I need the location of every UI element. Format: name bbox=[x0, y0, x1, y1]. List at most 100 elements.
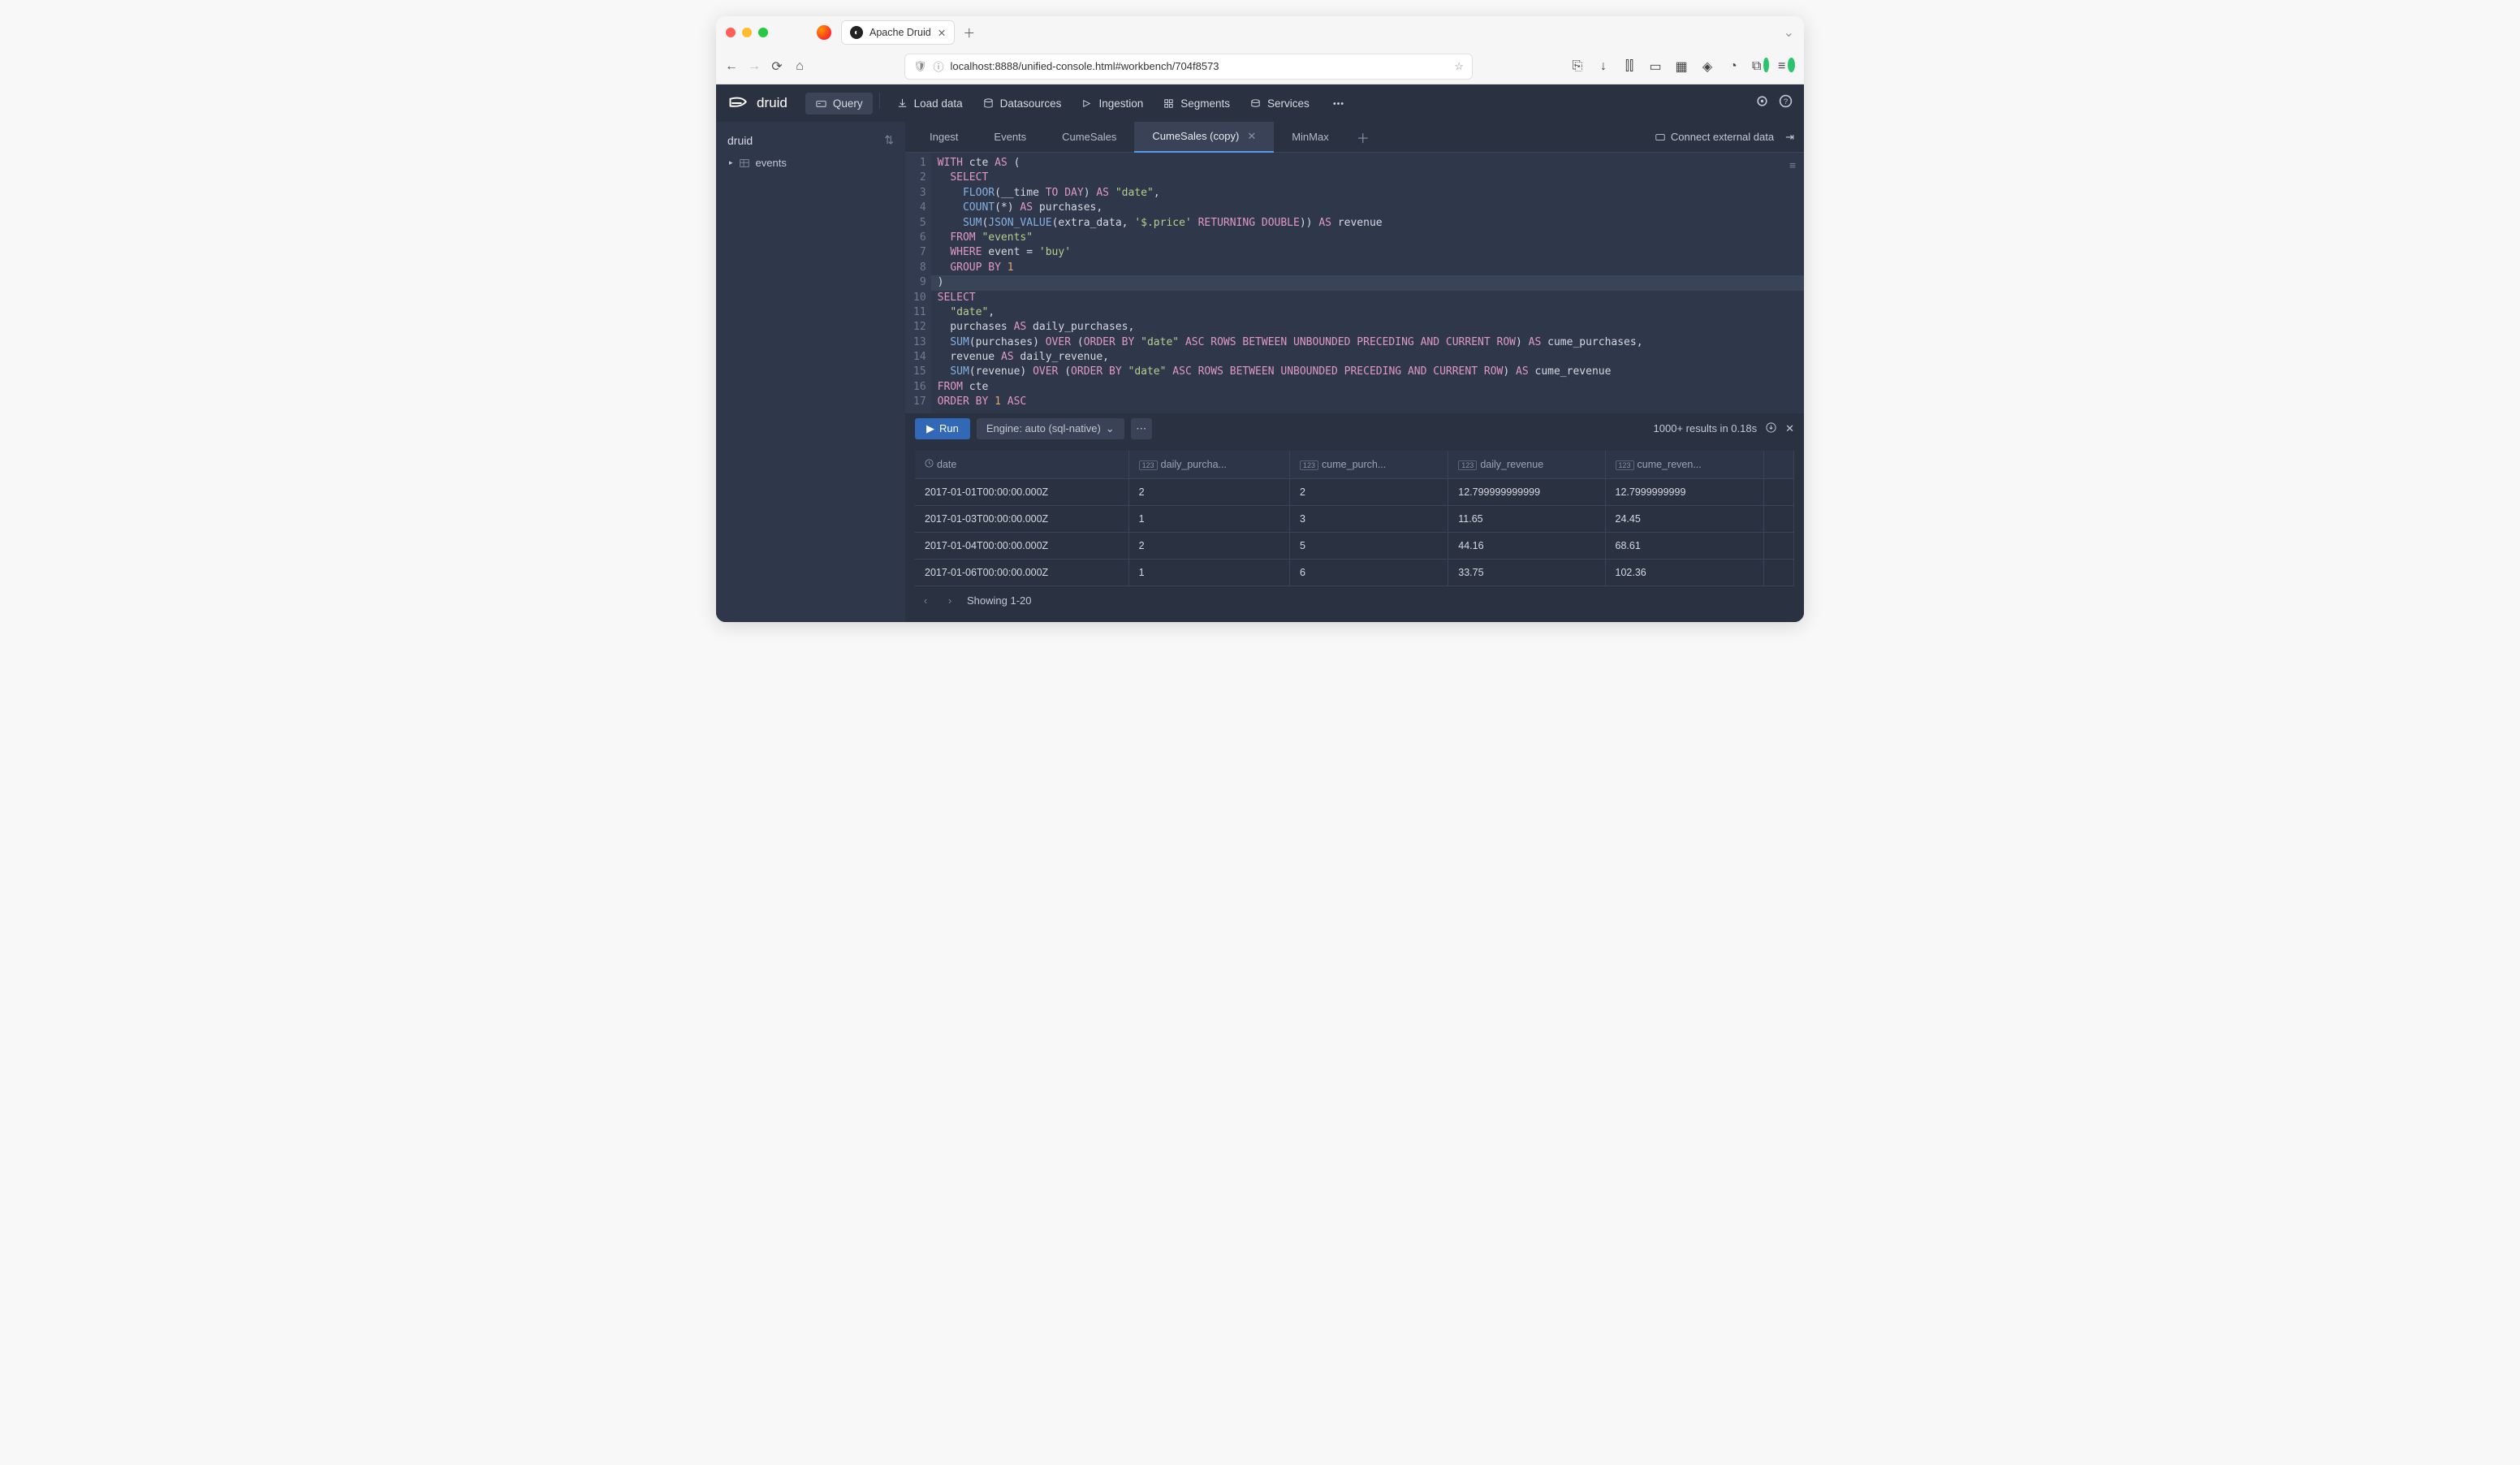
cell: 1 bbox=[1129, 506, 1290, 533]
bookmark-star-icon[interactable]: ☆ bbox=[1454, 60, 1464, 73]
home-button[interactable]: ⌂ bbox=[792, 59, 807, 74]
back-button[interactable]: ← bbox=[724, 59, 739, 74]
cell: 33.75 bbox=[1448, 560, 1605, 586]
more-options-button[interactable]: ⋯ bbox=[1131, 418, 1152, 439]
table-row[interactable]: 2017-01-04T00:00:00.000Z2544.1668.61 bbox=[915, 533, 1794, 560]
cell: 2017-01-06T00:00:00.000Z bbox=[915, 560, 1129, 586]
nav-segments[interactable]: Segments bbox=[1153, 93, 1240, 115]
column-header[interactable]: 123cume_reven... bbox=[1606, 451, 1764, 479]
firefox-icon bbox=[817, 25, 831, 40]
add-tab-button[interactable]: ＋ bbox=[1347, 127, 1379, 147]
code-line-10[interactable]: SELECT bbox=[938, 291, 1804, 305]
schema-sort-icon[interactable]: ⇅ bbox=[884, 133, 894, 147]
cell: 44.16 bbox=[1448, 533, 1605, 560]
cell: 68.61 bbox=[1606, 533, 1764, 560]
shield-toolbar-icon[interactable]: ◈ bbox=[1700, 59, 1715, 74]
page-prev-button[interactable]: ‹ bbox=[918, 594, 933, 607]
table-row[interactable]: 2017-01-06T00:00:00.000Z1633.75102.36 bbox=[915, 560, 1794, 586]
grid-icon[interactable]: ▦ bbox=[1674, 59, 1689, 74]
column-header[interactable]: date bbox=[915, 451, 1129, 479]
nav-query[interactable]: Query bbox=[805, 93, 873, 115]
tab-favicon: ◐ bbox=[850, 26, 863, 39]
result-status: 1000+ results in 0.18s bbox=[1654, 422, 1758, 434]
tab-events[interactable]: Events bbox=[976, 122, 1044, 153]
column-header[interactable]: 123daily_revenue bbox=[1448, 451, 1605, 479]
reader-icon[interactable]: ▭ bbox=[1648, 59, 1663, 74]
cell: 5 bbox=[1290, 533, 1448, 560]
code-line-8[interactable]: GROUP BY 1 bbox=[938, 261, 1804, 275]
info-icon: ⓘ bbox=[934, 58, 944, 74]
code-line-1[interactable]: WITH cte AS ( bbox=[938, 156, 1804, 171]
nav-ingestion[interactable]: Ingestion bbox=[1071, 93, 1153, 115]
code-menu-icon[interactable]: ≡ bbox=[1789, 159, 1796, 174]
code-line-9[interactable]: ) bbox=[931, 275, 1804, 290]
forward-button: → bbox=[747, 59, 762, 74]
tab-minmax[interactable]: MinMax bbox=[1274, 122, 1347, 153]
reload-button[interactable]: ⟳ bbox=[770, 59, 784, 74]
code-line-13[interactable]: SUM(purchases) OVER (ORDER BY "date" ASC… bbox=[938, 335, 1804, 350]
brand-text: druid bbox=[757, 95, 788, 111]
play-icon: ▶ bbox=[926, 422, 934, 435]
cell: 2017-01-03T00:00:00.000Z bbox=[915, 506, 1129, 533]
close-tab-icon[interactable]: ✕ bbox=[1247, 130, 1256, 143]
connect-external-button[interactable]: Connect external data bbox=[1655, 131, 1774, 143]
extension-icon[interactable]: ⧉ bbox=[1752, 59, 1767, 74]
cell: 12.799999999999 bbox=[1448, 479, 1605, 506]
schema-name: druid bbox=[727, 134, 753, 147]
code-line-12[interactable]: purchases AS daily_purchases, bbox=[938, 320, 1804, 335]
nav-load-data[interactable]: Load data bbox=[887, 93, 973, 115]
close-window[interactable] bbox=[726, 28, 736, 37]
nav-more[interactable] bbox=[1323, 93, 1354, 115]
settings-gear-icon[interactable] bbox=[1755, 94, 1769, 112]
column-header[interactable]: 123cume_purch... bbox=[1290, 451, 1448, 479]
downloads-icon[interactable]: ↓ bbox=[1596, 59, 1611, 74]
new-tab-button[interactable]: ＋ bbox=[963, 24, 975, 41]
schema-item-events[interactable]: ▸events bbox=[723, 153, 899, 172]
code-line-11[interactable]: "date", bbox=[938, 305, 1804, 320]
nav-datasources[interactable]: Datasources bbox=[973, 93, 1072, 115]
close-results-icon[interactable]: ✕ bbox=[1785, 422, 1794, 435]
browser-tab[interactable]: ◐ Apache Druid ✕ bbox=[841, 20, 955, 45]
cell: 2 bbox=[1129, 479, 1290, 506]
table-row[interactable]: 2017-01-01T00:00:00.000Z2212.79999999999… bbox=[915, 479, 1794, 506]
code-line-15[interactable]: SUM(revenue) OVER (ORDER BY "date" ASC R… bbox=[938, 365, 1804, 379]
url-field[interactable]: 🛡 ⓘ localhost:8888/unified-console.html#… bbox=[904, 54, 1473, 80]
code-line-4[interactable]: COUNT(*) AS purchases, bbox=[938, 201, 1804, 215]
pocket-icon[interactable]: ⎘ bbox=[1570, 59, 1585, 74]
code-line-2[interactable]: SELECT bbox=[938, 171, 1804, 185]
tab-title: Apache Druid bbox=[869, 27, 931, 38]
collapse-panel-icon[interactable]: ⇥ bbox=[1785, 131, 1794, 144]
cell: 102.36 bbox=[1606, 560, 1764, 586]
engine-selector[interactable]: Engine: auto (sql-native) ⌄ bbox=[977, 418, 1124, 439]
code-line-16[interactable]: FROM cte bbox=[938, 380, 1804, 395]
maximize-window[interactable] bbox=[758, 28, 768, 37]
column-header[interactable]: 123daily_purcha... bbox=[1129, 451, 1290, 479]
help-icon[interactable]: ? bbox=[1779, 94, 1793, 112]
code-line-5[interactable]: SUM(JSON_VALUE(extra_data, '$.price' RET… bbox=[938, 216, 1804, 231]
code-line-17[interactable]: ORDER BY 1 ASC bbox=[938, 395, 1804, 409]
library-icon[interactable]: ⫿⫿ bbox=[1622, 59, 1637, 74]
close-tab-icon[interactable]: ✕ bbox=[938, 27, 946, 39]
page-next-button[interactable]: › bbox=[943, 594, 957, 607]
tab-cumesales-copy-[interactable]: CumeSales (copy)✕ bbox=[1134, 122, 1274, 153]
tab-ingest[interactable]: Ingest bbox=[912, 122, 976, 153]
perf-icon[interactable]: ◔ bbox=[1726, 59, 1741, 74]
table-row[interactable]: 2017-01-03T00:00:00.000Z1311.6524.45 bbox=[915, 506, 1794, 533]
druid-logo[interactable]: druid bbox=[727, 92, 788, 115]
code-line-7[interactable]: WHERE event = 'buy' bbox=[938, 245, 1804, 260]
chevron-down-icon: ⌄ bbox=[1106, 422, 1115, 435]
minimize-window[interactable] bbox=[742, 28, 752, 37]
svg-text:?: ? bbox=[1784, 97, 1788, 106]
nav-services[interactable]: Services bbox=[1240, 93, 1319, 115]
code-line-6[interactable]: FROM "events" bbox=[938, 231, 1804, 245]
tabs-overflow-icon[interactable]: ⌄ bbox=[1784, 24, 1794, 41]
menu-icon[interactable]: ≡ bbox=[1778, 59, 1793, 74]
run-button[interactable]: ▶ Run bbox=[915, 418, 970, 439]
cell: 2017-01-01T00:00:00.000Z bbox=[915, 479, 1129, 506]
code-line-3[interactable]: FLOOR(__time TO DAY) AS "date", bbox=[938, 186, 1804, 201]
tab-cumesales[interactable]: CumeSales bbox=[1044, 122, 1134, 153]
cell: 6 bbox=[1290, 560, 1448, 586]
code-line-14[interactable]: revenue AS daily_revenue, bbox=[938, 350, 1804, 365]
download-results-icon[interactable] bbox=[1765, 421, 1777, 436]
shield-icon: 🛡 bbox=[913, 60, 927, 73]
